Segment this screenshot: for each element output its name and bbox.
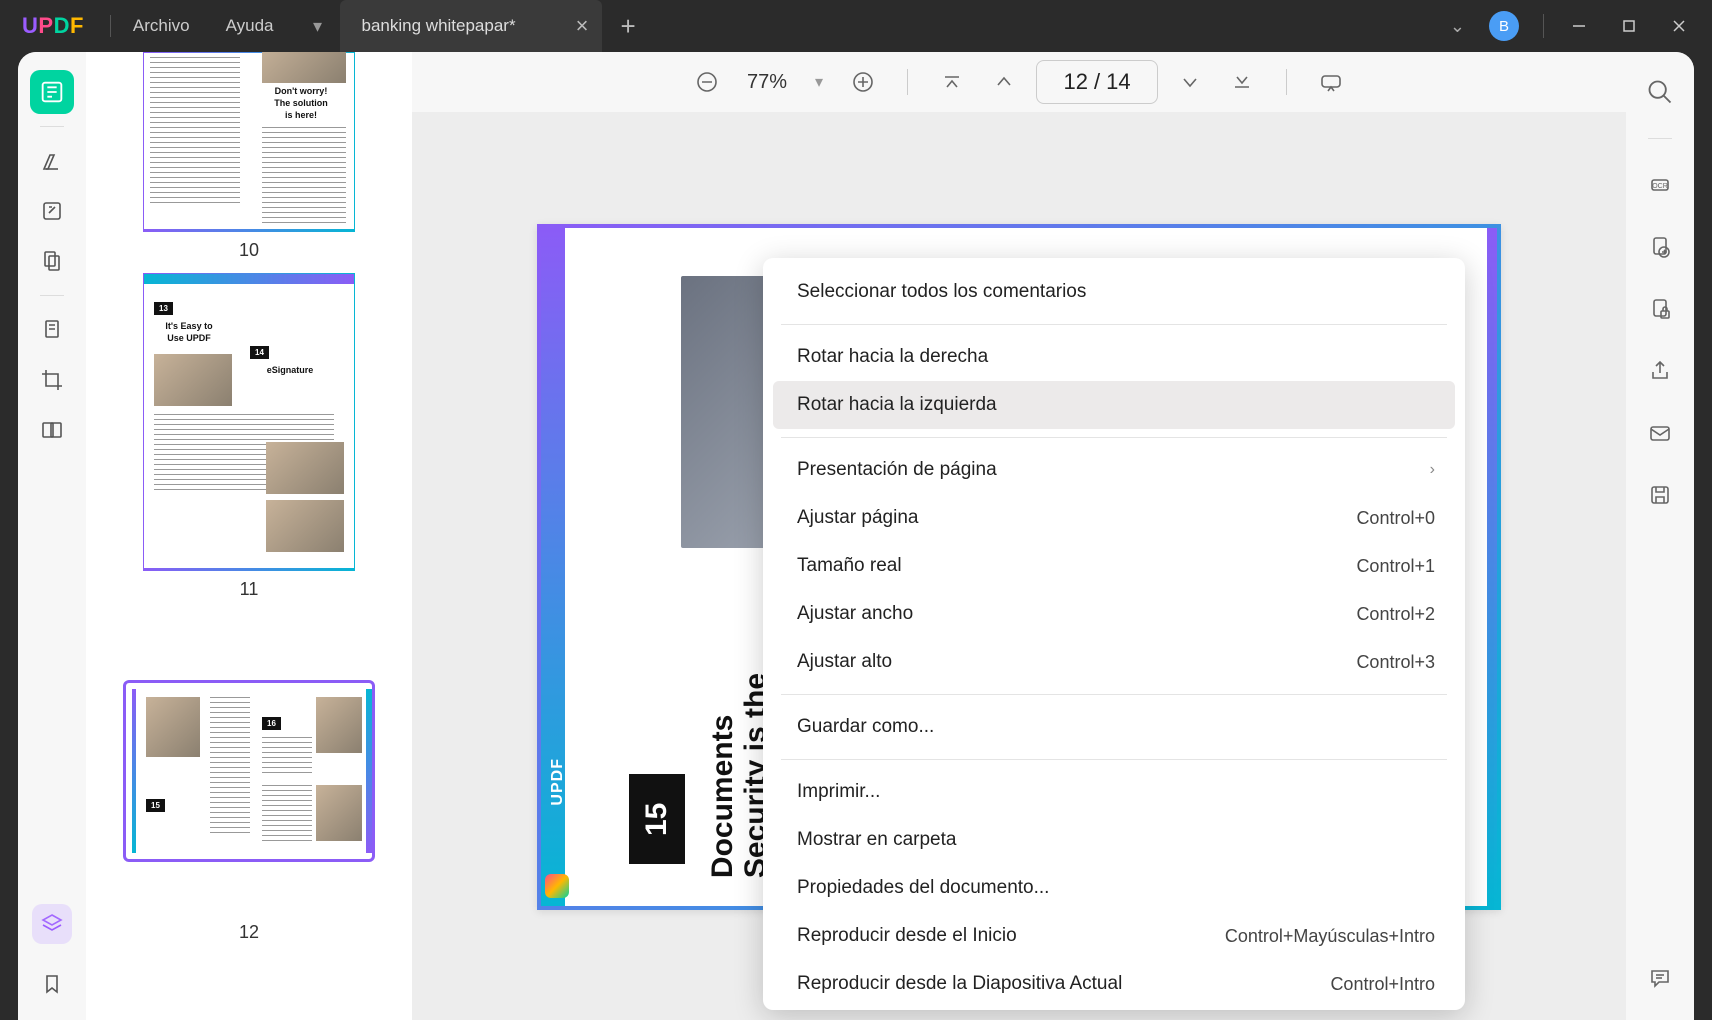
separator [1286, 69, 1287, 95]
compare-tool-button[interactable] [30, 408, 74, 452]
cm-doc-properties[interactable]: Propiedades del documento... [773, 864, 1455, 912]
comments-button[interactable] [1638, 956, 1682, 1000]
thumbnail-preview: 13 It's Easy to Use UPDF 14 eSignature [143, 273, 355, 571]
tab-dropdown-icon[interactable]: ▾ [300, 8, 336, 44]
separator [1543, 14, 1544, 38]
thumbnail-preview: 15 16 [123, 680, 375, 862]
zoom-out-button[interactable] [687, 62, 727, 102]
close-icon[interactable]: × [576, 13, 589, 39]
cm-play-from-start[interactable]: Reproducir desde el InicioControl+Mayúsc… [773, 912, 1455, 960]
page-number-input[interactable]: 12 / 14 [1036, 60, 1158, 104]
presentation-button[interactable] [1311, 62, 1351, 102]
cm-fit-width[interactable]: Ajustar anchoControl+2 [773, 590, 1455, 638]
menu-file[interactable]: Archivo [115, 0, 208, 52]
cm-page-display[interactable]: Presentación de página› [773, 446, 1455, 494]
separator [781, 759, 1447, 760]
minimize-button[interactable] [1556, 6, 1602, 46]
email-button[interactable] [1638, 411, 1682, 455]
organize-tool-button[interactable] [30, 308, 74, 352]
cm-fit-height[interactable]: Ajustar altoControl+3 [773, 638, 1455, 686]
titlebar: UPDF Archivo Ayuda ▾ banking whitepapar*… [0, 0, 1712, 52]
first-page-button[interactable] [932, 62, 972, 102]
ocr-button[interactable]: OCR [1638, 163, 1682, 207]
thumbnail-number: 10 [116, 240, 382, 261]
context-menu: Seleccionar todos los comentarios Rotar … [763, 258, 1465, 1010]
page-tool-button[interactable] [30, 239, 74, 283]
edit-tool-button[interactable] [30, 189, 74, 233]
page-logo-icon [545, 874, 569, 898]
bookmark-button[interactable] [30, 962, 74, 1006]
share-button[interactable] [1638, 349, 1682, 393]
thumbnail-number: 11 [116, 579, 382, 600]
next-page-button[interactable] [1170, 62, 1210, 102]
convert-button[interactable] [1638, 225, 1682, 269]
thumbnail-item[interactable]: Don't worry! The solution is here! 10 [116, 52, 382, 261]
right-tool-rail: OCR [1626, 52, 1694, 1020]
crop-tool-button[interactable] [30, 358, 74, 402]
cm-fit-page[interactable]: Ajustar páginaControl+0 [773, 494, 1455, 542]
separator [781, 437, 1447, 438]
tab-bar: ▾ banking whitepapar* × + [300, 0, 654, 52]
left-tool-rail [18, 52, 86, 1020]
cm-select-all-comments[interactable]: Seleccionar todos los comentarios [773, 268, 1455, 316]
thumbnail-panel[interactable]: Don't worry! The solution is here! 10 13… [86, 52, 412, 1020]
last-page-button[interactable] [1222, 62, 1262, 102]
separator [40, 295, 64, 296]
menu-help[interactable]: Ayuda [208, 0, 292, 52]
titlebar-right: ⌄ B [1442, 6, 1712, 46]
cm-save-as[interactable]: Guardar como... [773, 703, 1455, 751]
avatar[interactable]: B [1489, 11, 1519, 41]
svg-text:OCR: OCR [1652, 183, 1668, 190]
reader-mode-button[interactable] [30, 70, 74, 114]
tab-title: banking whitepapar* [362, 16, 516, 36]
view-toolbar: 77% ▾ 12 / 14 [412, 52, 1626, 112]
highlight-tool-button[interactable] [30, 139, 74, 183]
cm-show-in-folder[interactable]: Mostrar en carpeta [773, 816, 1455, 864]
zoom-level[interactable]: 77% [739, 71, 795, 94]
cm-rotate-right[interactable]: Rotar hacia la derecha [773, 333, 1455, 381]
tab-active[interactable]: banking whitepapar* × [340, 0, 603, 52]
separator [110, 15, 111, 37]
cm-play-from-current[interactable]: Reproducir desde la Diapositiva ActualCo… [773, 960, 1455, 1008]
thumbnail-number: 12 [116, 922, 382, 943]
page-section-number: 15 [629, 774, 685, 864]
save-button[interactable] [1638, 473, 1682, 517]
chevron-right-icon: › [1430, 461, 1435, 479]
prev-page-button[interactable] [984, 62, 1024, 102]
chevron-down-icon[interactable]: ⌄ [1442, 8, 1473, 45]
separator [907, 69, 908, 95]
thumbnail-item-selected[interactable]: 15 16 12 [116, 680, 382, 943]
zoom-dropdown-icon[interactable]: ▾ [807, 72, 831, 92]
separator [1648, 138, 1672, 139]
app-logo: UPDF [0, 13, 106, 39]
cm-rotate-left[interactable]: Rotar hacia la izquierda [773, 381, 1455, 429]
thumbnail-preview: Don't worry! The solution is here! [143, 52, 355, 232]
close-button[interactable] [1656, 6, 1702, 46]
cm-print[interactable]: Imprimir... [773, 768, 1455, 816]
thumbnail-item[interactable]: 13 It's Easy to Use UPDF 14 eSignature 1… [116, 273, 382, 600]
separator [781, 694, 1447, 695]
separator [40, 126, 64, 127]
cm-actual-size[interactable]: Tamaño realControl+1 [773, 542, 1455, 590]
maximize-button[interactable] [1606, 6, 1652, 46]
zoom-in-button[interactable] [843, 62, 883, 102]
layers-button[interactable] [32, 904, 72, 944]
search-button[interactable] [1638, 70, 1682, 114]
new-tab-button[interactable]: + [602, 11, 653, 42]
page-logo-text: UPDF [549, 758, 567, 806]
protect-button[interactable] [1638, 287, 1682, 331]
separator [781, 324, 1447, 325]
